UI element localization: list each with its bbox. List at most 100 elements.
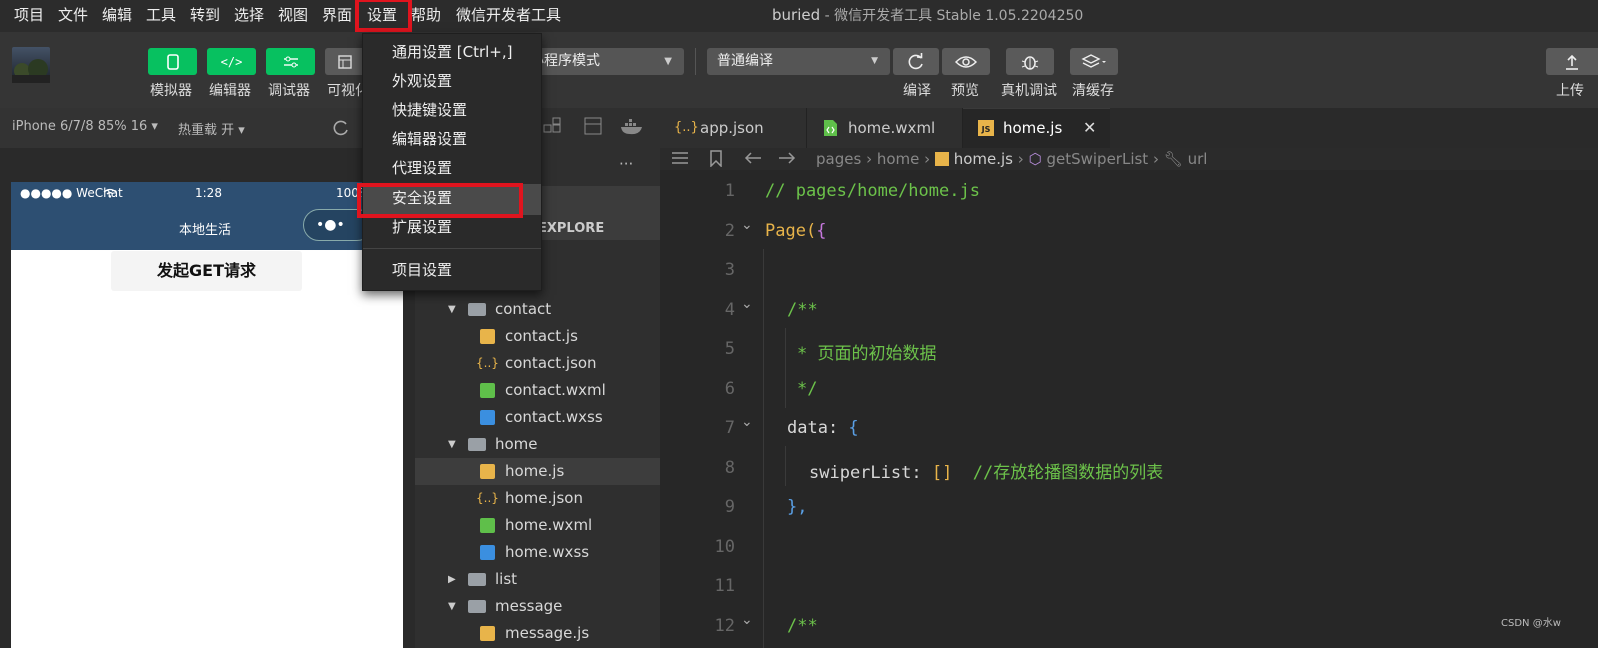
docker-icon[interactable]: [620, 118, 644, 136]
tree-file[interactable]: contact.wxss: [415, 404, 660, 431]
tree-view-icon[interactable]: [543, 117, 565, 137]
tree-item-label: contact.wxss: [505, 408, 603, 426]
storage-icon[interactable]: [584, 117, 604, 137]
menu-item-general-settings[interactable]: 通用设置 [Ctrl+,]: [363, 38, 541, 67]
tree-file[interactable]: home.wxml: [415, 512, 660, 539]
wifi-icon: [103, 188, 117, 198]
tree-item-label: contact: [495, 300, 552, 318]
method-icon: ⬡: [1028, 150, 1042, 168]
debugger-label: 调试器: [268, 83, 310, 99]
line-number: 1: [724, 181, 735, 201]
highlight-security-settings: [357, 183, 523, 218]
breadcrumb-chevron-icon: ›: [1152, 150, 1164, 168]
menu-file[interactable]: 文件: [58, 0, 88, 30]
compile-mode-value: 普通编译: [717, 53, 773, 69]
editor-toggle-button[interactable]: </>: [207, 48, 256, 75]
nav-title: 本地生活: [179, 223, 232, 238]
layers-icon: [1081, 53, 1106, 68]
phone-icon: [166, 53, 179, 70]
upload-label: 上传: [1556, 83, 1584, 99]
tree-file[interactable]: contact.wxml: [415, 377, 660, 404]
folder-icon: [468, 303, 486, 316]
fold-chevron-icon[interactable]: ⌄: [741, 296, 753, 312]
remote-debug-button[interactable]: [1006, 48, 1054, 75]
code-line: */: [797, 378, 818, 399]
compile-mode-select[interactable]: 普通编译 ▼: [707, 48, 890, 75]
tree-file[interactable]: home.js: [415, 458, 660, 485]
rotate-icon[interactable]: [332, 119, 350, 137]
tree-file[interactable]: {..} home.json: [415, 485, 660, 512]
tree-file[interactable]: home.wxss: [415, 539, 660, 566]
forward-arrow-icon[interactable]: [778, 151, 796, 165]
menu-tools[interactable]: 工具: [146, 0, 176, 30]
menu-project[interactable]: 项目: [14, 0, 44, 30]
code-line: * 页面的初始数据: [797, 344, 937, 364]
menu-item-project-settings[interactable]: 项目设置: [363, 256, 541, 285]
code-line: // pages/home/home.js: [765, 181, 980, 201]
breadcrumb-pages[interactable]: pages: [816, 150, 861, 168]
simulator-label: 模拟器: [150, 83, 192, 99]
code-line: swiperList: [] //存放轮播图数据的列表: [809, 462, 1164, 483]
menu-item-proxy-settings[interactable]: 代理设置: [363, 154, 541, 183]
avatar[interactable]: [12, 47, 50, 83]
preview-button[interactable]: [942, 48, 990, 75]
fold-chevron-icon[interactable]: ⌄: [741, 612, 753, 628]
menu-select[interactable]: 选择: [234, 0, 264, 30]
tree-file[interactable]: message.js: [415, 620, 660, 647]
bookmark-icon[interactable]: [709, 150, 723, 167]
code-icon: </>: [220, 54, 243, 69]
debugger-toggle-button[interactable]: [266, 48, 315, 75]
device-select[interactable]: iPhone 6/7/8 85% 16 ▾: [12, 119, 158, 134]
line-number: 8: [724, 457, 735, 478]
line-number: 4: [724, 299, 735, 320]
menu-wechat-devtools[interactable]: 微信开发者工具: [456, 0, 561, 30]
simulator-toggle-button[interactable]: [148, 48, 197, 75]
remote-debug-label: 真机调试: [1001, 83, 1057, 99]
bug-icon: [1021, 55, 1039, 70]
outline-icon[interactable]: [670, 150, 690, 166]
menu-help[interactable]: 帮助: [411, 0, 441, 30]
menu-view[interactable]: 视图: [278, 0, 308, 30]
mode-select[interactable]: 小程序模式 ▼: [520, 48, 684, 75]
clear-cache-button[interactable]: [1070, 48, 1118, 75]
hot-reload-select[interactable]: 热重载 开 ▾: [178, 119, 245, 138]
breadcrumb-home[interactable]: home: [877, 150, 920, 168]
upload-button[interactable]: [1546, 48, 1598, 75]
tree-folder[interactable]: ▶ list: [415, 566, 660, 593]
menu-item-shortcuts-settings[interactable]: 快捷键设置: [363, 96, 541, 125]
tree-file[interactable]: {..} contact.json: [415, 350, 660, 377]
breadcrumb-property[interactable]: url: [1188, 150, 1208, 168]
menu-item-appearance-settings[interactable]: 外观设置: [363, 67, 541, 96]
fold-chevron-icon[interactable]: ⌄: [741, 414, 753, 430]
menu-edit[interactable]: 编辑: [102, 0, 132, 30]
code-editor[interactable]: [660, 170, 1598, 648]
tree-folder[interactable]: ▼ home: [415, 431, 660, 458]
project-name: buried: [772, 6, 821, 24]
close-tab-icon[interactable]: ✕: [1083, 108, 1096, 148]
wrench-icon: 🔧︎: [1163, 150, 1183, 168]
tree-folder[interactable]: ▼ message: [415, 593, 660, 620]
back-arrow-icon[interactable]: [744, 151, 762, 165]
line-number: 9: [724, 497, 735, 517]
explorer-more-button[interactable]: ···: [619, 155, 633, 173]
line-number: 11: [714, 576, 735, 596]
fold-chevron-icon[interactable]: ⌄: [741, 217, 753, 233]
menu-item-editor-settings[interactable]: 编辑器设置: [363, 125, 541, 154]
js-file-icon: [480, 626, 495, 641]
wxml-file-icon: [480, 518, 495, 533]
eye-icon: [955, 55, 977, 68]
tree-item-label: contact.json: [505, 354, 597, 372]
breadcrumb-method[interactable]: getSwiperList: [1046, 150, 1148, 168]
tree-file[interactable]: contact.js: [415, 323, 660, 350]
menu-goto[interactable]: 转到: [190, 0, 220, 30]
menu-interface[interactable]: 界面: [322, 0, 352, 30]
compile-button[interactable]: [893, 48, 939, 75]
visual-toggle-button[interactable]: [325, 48, 365, 75]
get-request-button[interactable]: 发起GET请求: [111, 251, 302, 291]
wxml-file-icon: [824, 120, 837, 136]
title-separator: -: [820, 8, 835, 24]
tab-app-json-label: app.json: [700, 119, 764, 137]
breadcrumb-file[interactable]: home.js: [954, 150, 1013, 168]
tree-folder[interactable]: ▼ contact: [415, 296, 660, 323]
chevron-down-icon: ▼: [448, 601, 456, 612]
